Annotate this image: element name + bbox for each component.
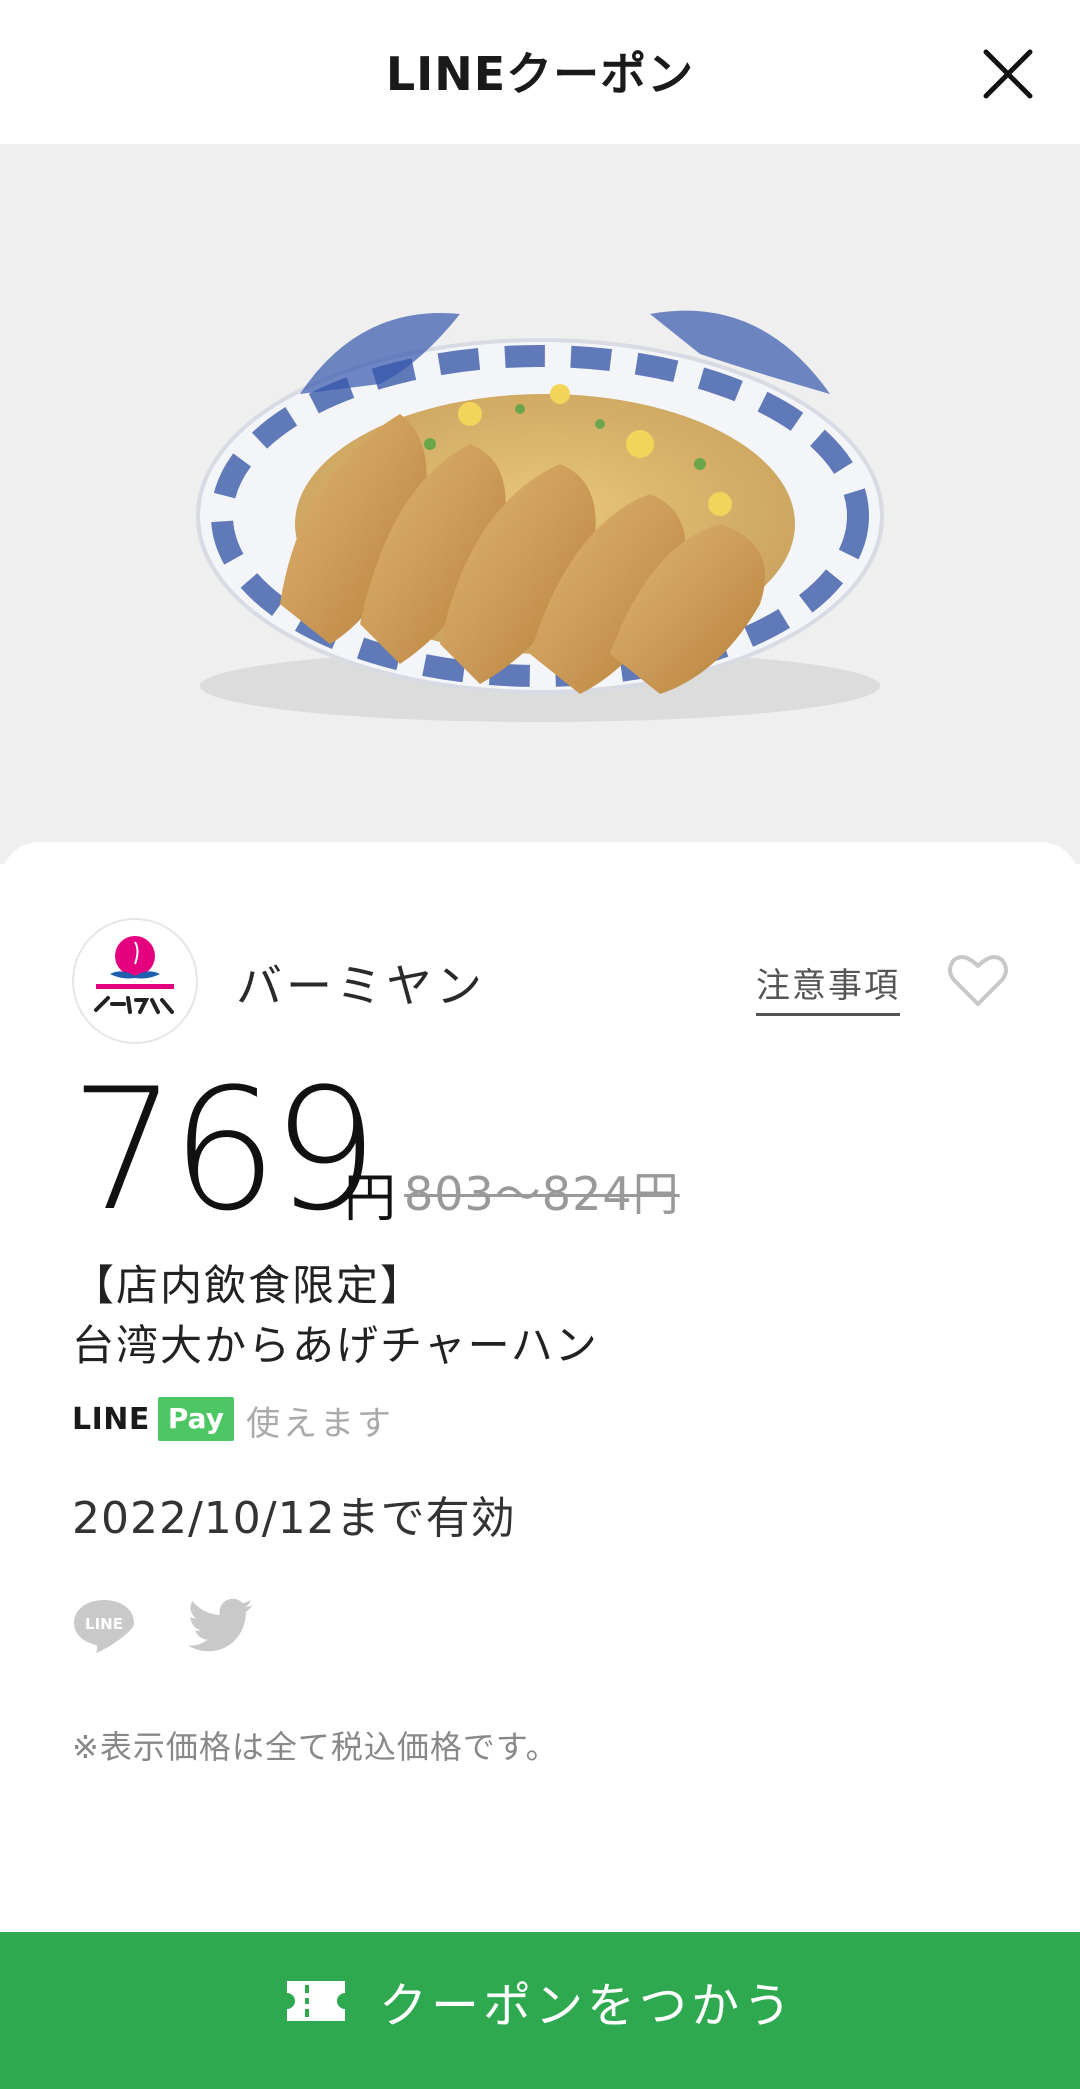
original-price: 803〜824円 <box>404 1167 680 1221</box>
product-title-line1: 【店内飲食限定】 <box>72 1261 425 1310</box>
header-title: LINEクーポン <box>385 47 695 101</box>
validity-date: 2022/10/12まで有効 <box>72 1493 516 1544</box>
product-title-line2: 台湾大からあげチャーハン <box>72 1321 599 1370</box>
linepay-line-text: LINE <box>72 1401 150 1437</box>
store-name[interactable]: バーミヤン <box>236 950 486 1016</box>
bamiyan-peach-logo <box>92 936 178 1016</box>
tax-note: ※表示価格は全て税込価格です。 <box>72 1728 559 1766</box>
close-button[interactable] <box>978 44 1038 104</box>
share-line-button[interactable]: LINE <box>72 1596 136 1656</box>
use-coupon-label: クーポンをつかう <box>378 1977 795 2034</box>
close-icon <box>983 49 1033 99</box>
svg-text:LINE: LINE <box>85 1615 123 1633</box>
share-twitter-button[interactable] <box>187 1598 254 1654</box>
notes-link[interactable]: 注意事項 <box>756 958 900 1016</box>
hero-image <box>0 144 1080 864</box>
line-share-icon: LINE <box>74 1600 134 1653</box>
price-unit: 円 <box>344 1169 397 1229</box>
app-header: LINEクーポン <box>0 0 1080 144</box>
ticket-icon <box>286 1980 345 2021</box>
twitter-share-icon <box>187 1598 253 1652</box>
store-logo <box>72 918 198 1044</box>
coupon-price: 769 <box>70 1052 379 1248</box>
linepay-badge: LINE Pay <box>72 1396 234 1442</box>
food-photo <box>196 310 884 722</box>
linepay-pay-text: Pay <box>157 1397 234 1441</box>
heart-outline-icon <box>948 955 1008 1006</box>
favorite-button[interactable] <box>946 950 1010 1010</box>
linepay-status: 使えます <box>246 1404 394 1444</box>
use-coupon-button[interactable]: クーポンをつかう <box>0 1932 1080 2089</box>
